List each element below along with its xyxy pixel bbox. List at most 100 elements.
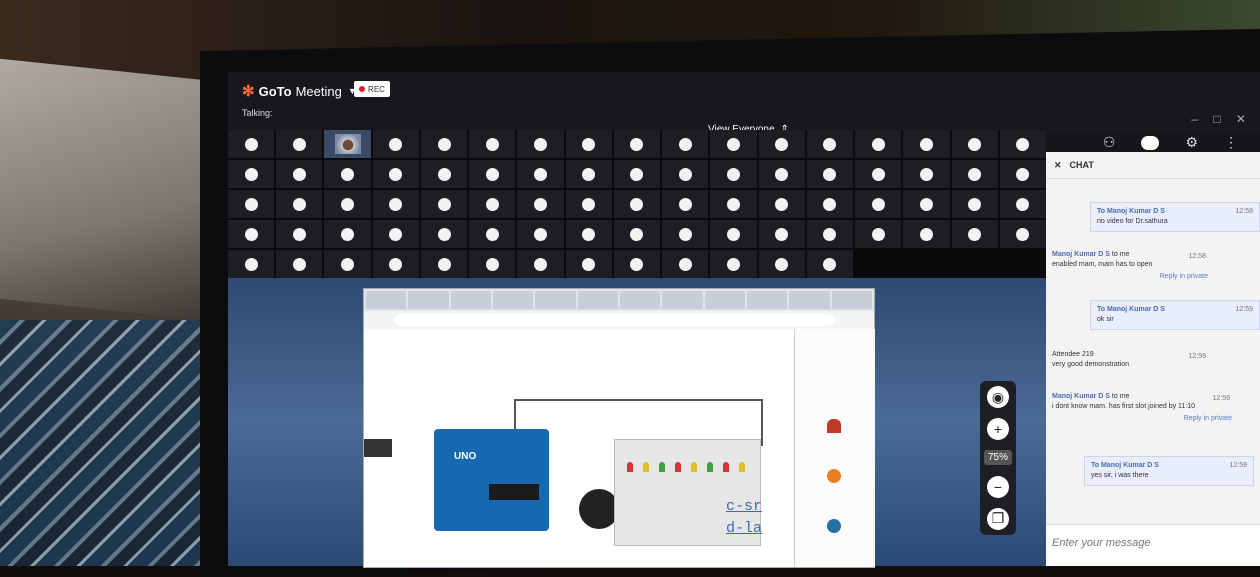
attendee-tile[interactable] [903, 220, 950, 248]
attendee-tile[interactable] [999, 130, 1046, 158]
attendee-tile[interactable] [758, 130, 805, 158]
attendee-tile[interactable] [565, 250, 612, 278]
attendee-tile[interactable] [469, 190, 516, 218]
attendee-tile[interactable] [662, 190, 709, 218]
attendee-tile[interactable] [710, 190, 757, 218]
brand-menu[interactable]: ✻ GoTo Meeting ▼ [242, 82, 357, 100]
attendee-tile[interactable] [420, 190, 468, 218]
attendee-tile[interactable] [565, 130, 612, 158]
attendee-tile[interactable] [276, 220, 323, 248]
attendee-tile[interactable] [372, 250, 419, 278]
attendee-tile[interactable] [517, 220, 564, 248]
attendee-avatar-icon [919, 137, 933, 151]
attendee-tile[interactable] [613, 190, 661, 218]
attendee-tile[interactable] [469, 130, 516, 158]
attendee-tile[interactable] [613, 130, 661, 158]
attendee-tile[interactable] [420, 220, 468, 248]
attendee-tile[interactable] [806, 190, 854, 218]
attendee-tile[interactable] [469, 160, 516, 188]
attendee-avatar-icon [919, 167, 933, 181]
attendee-tile[interactable] [951, 130, 998, 158]
attendee-tile[interactable] [228, 160, 275, 188]
attendee-tile[interactable] [903, 190, 950, 218]
people-icon[interactable]: ⚇ [1103, 134, 1116, 151]
attendee-tile[interactable] [758, 160, 805, 188]
attendee-tile[interactable] [228, 220, 275, 248]
attendee-tile[interactable] [806, 160, 854, 188]
attendee-tile[interactable] [565, 190, 612, 218]
zoom-in-button[interactable]: + [987, 418, 1009, 441]
attendee-tile[interactable] [420, 130, 468, 158]
chat-message-input[interactable]: Enter your message [1046, 524, 1260, 566]
attendee-tile[interactable] [469, 220, 516, 248]
attendee-tile[interactable] [613, 160, 661, 188]
attendee-tile[interactable] [758, 190, 805, 218]
chat-icon[interactable] [1141, 135, 1160, 150]
attendee-tile[interactable] [999, 190, 1046, 218]
attendee-tile[interactable] [951, 220, 998, 248]
attendee-tile[interactable] [517, 130, 564, 158]
attendee-tile[interactable] [710, 220, 757, 248]
attendee-tile[interactable] [903, 160, 950, 188]
attendee-tile[interactable] [517, 190, 564, 218]
attendee-tile[interactable] [806, 130, 854, 158]
attendee-tile[interactable] [613, 250, 661, 278]
attendee-tile[interactable] [469, 250, 516, 278]
attendee-tile[interactable] [951, 160, 998, 188]
attendee-tile[interactable] [903, 130, 950, 158]
attendee-tile[interactable] [565, 220, 612, 248]
attendee-tile[interactable] [662, 250, 709, 278]
attendee-tile[interactable] [855, 160, 902, 188]
attendee-tile[interactable] [806, 220, 854, 248]
attendee-tile[interactable] [999, 160, 1046, 188]
attendee-tile[interactable] [228, 190, 275, 218]
attendee-tile[interactable] [662, 160, 709, 188]
attendee-tile[interactable] [420, 160, 468, 188]
attendee-tile[interactable] [372, 130, 419, 158]
attendee-tile[interactable] [710, 130, 757, 158]
attendee-tile[interactable] [565, 160, 612, 188]
attendee-tile[interactable] [758, 220, 805, 248]
attendee-tile[interactable] [324, 130, 371, 158]
attendee-tile[interactable] [372, 220, 419, 248]
attendee-tile[interactable] [324, 190, 371, 218]
attendee-tile[interactable] [276, 250, 323, 278]
attendee-avatar-icon [1016, 197, 1030, 211]
attendee-tile[interactable] [662, 130, 709, 158]
attendee-tile[interactable] [420, 250, 468, 278]
attendee-tile[interactable] [324, 220, 371, 248]
attendee-tile[interactable] [758, 250, 805, 278]
gear-icon[interactable]: ⚙ [1185, 134, 1198, 151]
attendee-tile[interactable] [324, 160, 371, 188]
attendee-tile[interactable] [662, 220, 709, 248]
window-controls[interactable]: – □ ✕ [1191, 112, 1252, 126]
attendee-tile[interactable] [276, 130, 323, 158]
attendee-tile[interactable] [951, 190, 998, 218]
attendee-tile[interactable] [517, 250, 564, 278]
attendee-tile[interactable] [276, 160, 323, 188]
attendee-tile[interactable] [228, 130, 275, 158]
reply-in-private-link[interactable]: Reply in private [1052, 414, 1232, 424]
attendee-tile[interactable] [324, 250, 371, 278]
close-icon[interactable]: ✕ [1054, 160, 1062, 171]
copy-icon[interactable]: ❐ [987, 507, 1009, 530]
attendee-tile[interactable] [999, 220, 1046, 248]
attendee-tile[interactable] [372, 190, 419, 218]
record-dot-icon [359, 86, 366, 92]
zoom-out-button[interactable]: − [987, 475, 1009, 498]
attendee-tile[interactable] [613, 220, 661, 248]
attendee-tile[interactable] [276, 190, 323, 218]
rec-button[interactable]: REC [354, 81, 390, 97]
attendee-tile[interactable] [855, 220, 902, 248]
camera-icon[interactable]: ◉ [987, 386, 1009, 409]
attendee-tile[interactable] [517, 160, 564, 188]
reply-in-private-link[interactable]: Reply in private [1052, 272, 1208, 282]
attendee-tile[interactable] [855, 190, 902, 218]
attendee-tile[interactable] [228, 250, 275, 278]
attendee-tile[interactable] [855, 130, 902, 158]
attendee-tile[interactable] [710, 160, 757, 188]
more-icon[interactable]: ⋮ [1224, 134, 1238, 151]
attendee-tile[interactable] [806, 250, 854, 278]
attendee-tile[interactable] [372, 160, 419, 188]
attendee-tile[interactable] [710, 250, 757, 278]
